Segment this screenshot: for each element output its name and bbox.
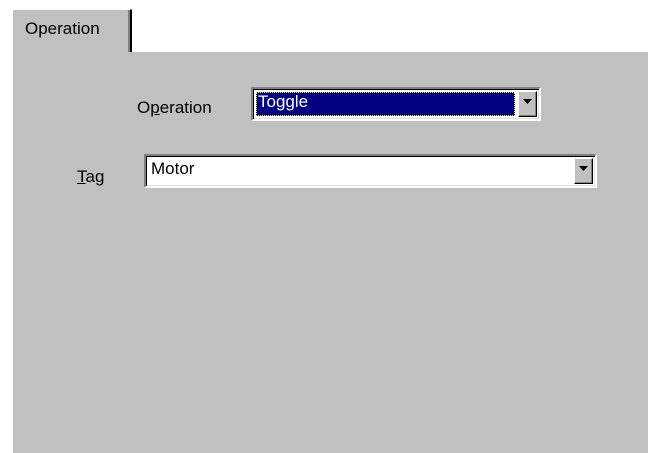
operation-label-suffix: eration [159,98,212,117]
tab-panel: Operation Toggle Tag Motor [11,50,648,453]
chevron-down-icon [579,166,588,171]
operation-dropdown[interactable]: Toggle [251,87,541,121]
operation-label: Operation [137,98,212,118]
operation-dropdown-value[interactable]: Toggle [256,92,515,116]
dialog-root: Operation Operation Toggle Tag Motor [0,0,648,453]
tag-dropdown-button[interactable] [574,158,593,184]
tag-dropdown-value[interactable]: Motor [149,159,571,183]
tag-label-mnemonic: T [77,167,86,186]
tag-label: Tag [77,167,104,187]
tag-label-suffix: ag [85,167,105,186]
tab-operation-label: Operation [25,19,100,38]
chevron-down-icon [523,99,532,104]
tag-dropdown[interactable]: Motor [144,154,597,188]
operation-label-mnemonic: p [150,98,160,117]
operation-label-prefix: O [137,98,151,117]
operation-dropdown-button[interactable] [518,91,537,117]
tab-operation[interactable]: Operation [11,8,132,52]
